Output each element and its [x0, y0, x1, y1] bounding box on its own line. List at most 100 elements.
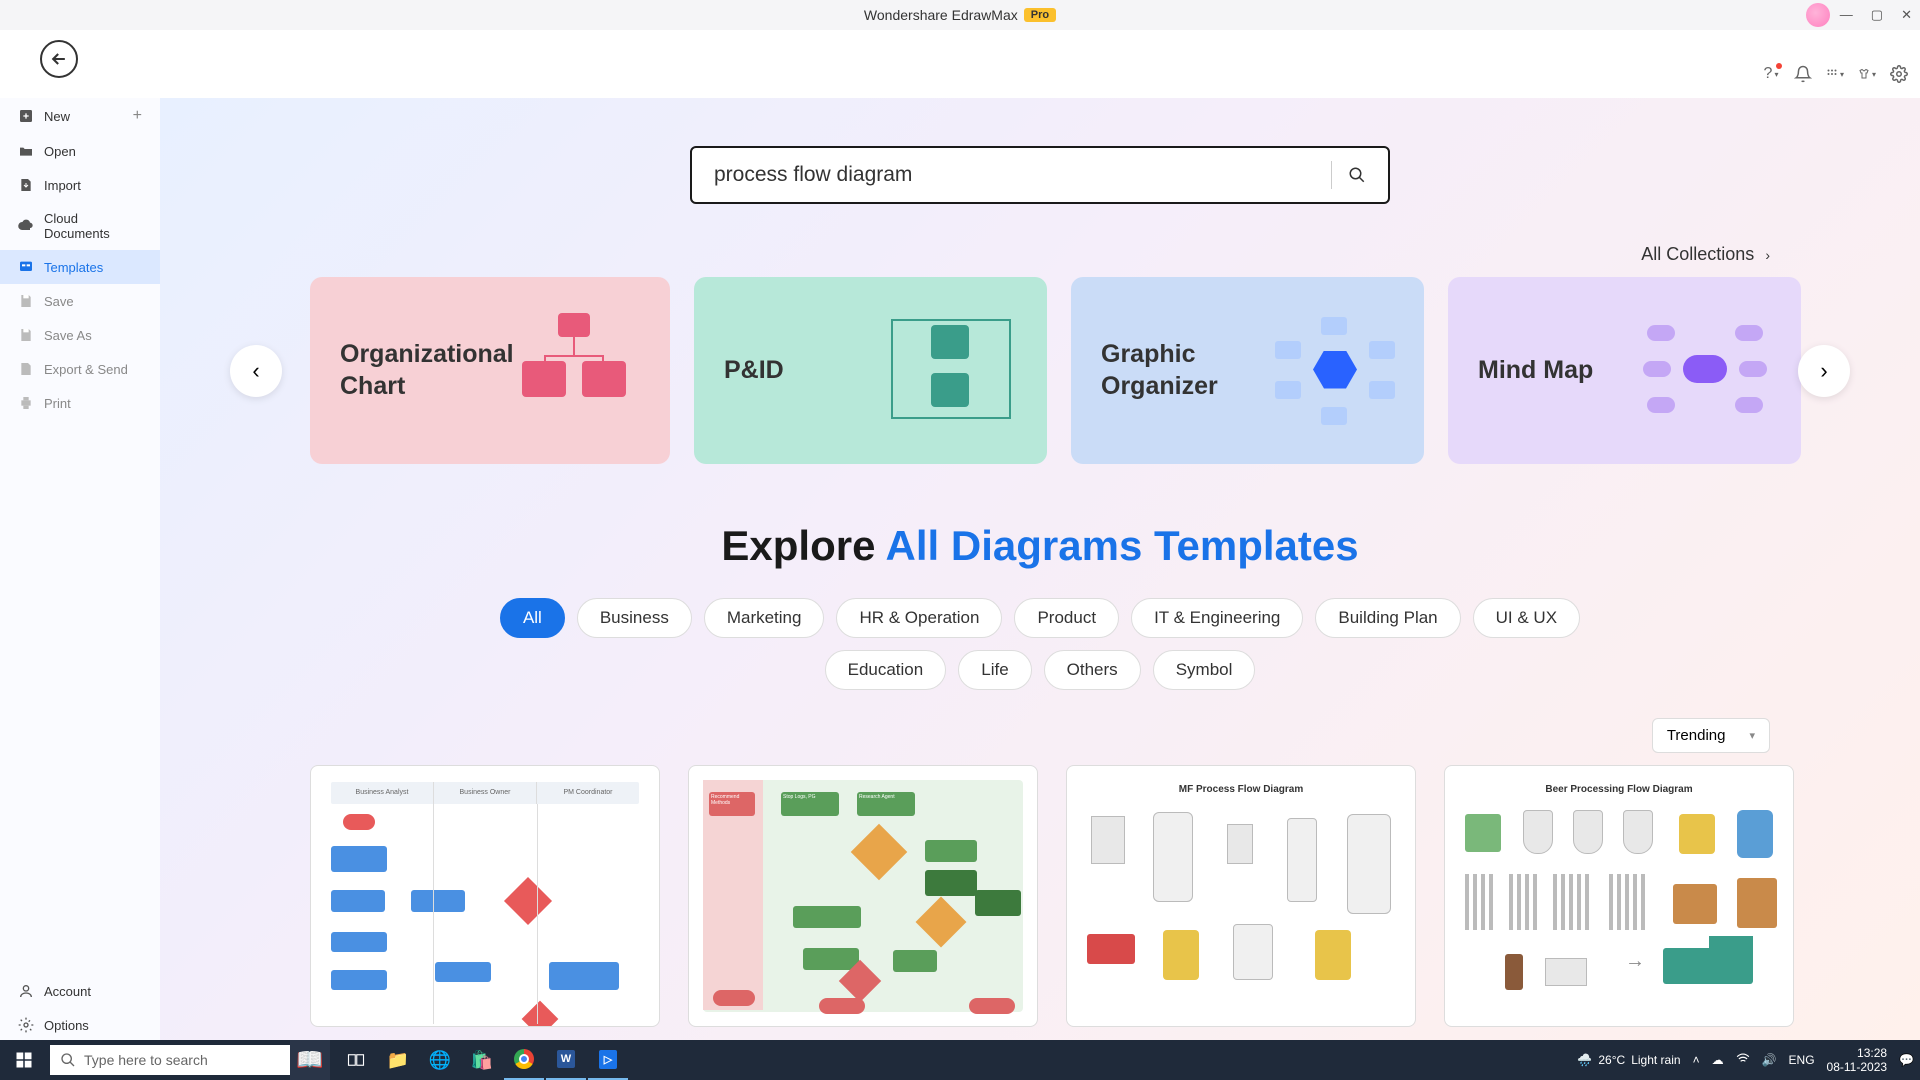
filter-tab-all[interactable]: All: [500, 598, 565, 638]
template-card[interactable]: MF Process Flow DiagramMF Process Flow D…: [1066, 765, 1416, 1052]
category-card-mind-map[interactable]: Mind Map: [1448, 277, 1801, 464]
sidebar-item-options[interactable]: Options: [0, 1008, 160, 1042]
taskbar-app-edge[interactable]: 🌐: [420, 1040, 460, 1080]
app-title: Wondershare EdrawMax: [864, 7, 1018, 23]
category-card-org-chart[interactable]: Organizational Chart: [310, 277, 670, 464]
template-thumbnail: Beer Processing Flow Diagram→: [1444, 765, 1794, 1027]
taskbar-search-placeholder: Type here to search: [84, 1052, 208, 1068]
back-button[interactable]: [40, 40, 78, 78]
sort-dropdown[interactable]: Trending ▾: [1652, 718, 1770, 753]
sidebar-item-label: New: [44, 109, 70, 124]
sidebar-item-label: Export & Send: [44, 362, 128, 377]
titlebar: Wondershare EdrawMax Pro — ▢ ✕: [0, 0, 1920, 30]
search-box[interactable]: [690, 146, 1390, 204]
main-area: All Collections › ‹ › Organizational Cha…: [160, 98, 1920, 1052]
help-icon[interactable]: ?▾: [1762, 65, 1780, 83]
sidebar-item-open[interactable]: Open: [0, 134, 160, 168]
maximize-button[interactable]: ▢: [1871, 7, 1883, 23]
template-card[interactable]: Recommend MethodsStop Logs, PGResearch A…: [688, 765, 1038, 1052]
sidebar-item-save[interactable]: Save: [0, 284, 160, 318]
sidebar-item-templates[interactable]: Templates: [0, 250, 160, 284]
shirt-icon[interactable]: ▾: [1858, 65, 1876, 83]
sidebar-item-label: Templates: [44, 260, 103, 275]
taskbar-app-chrome[interactable]: [504, 1040, 544, 1080]
mind-map-icon: [1641, 311, 1771, 431]
template-thumbnail: Business AnalystBusiness OwnerPM Coordin…: [310, 765, 660, 1027]
apps-icon[interactable]: ▾: [1826, 65, 1844, 83]
all-collections-label: All Collections: [1641, 244, 1754, 264]
sidebar: New + Open Import Cloud Documents Templa…: [0, 98, 160, 1052]
filter-tab-hr-operation[interactable]: HR & Operation: [836, 598, 1002, 638]
tray-wifi-icon[interactable]: [1736, 1052, 1750, 1069]
template-card[interactable]: Business AnalystBusiness OwnerPM Coordin…: [310, 765, 660, 1052]
search-divider: [1331, 161, 1332, 189]
sidebar-item-account[interactable]: Account: [0, 974, 160, 1008]
taskbar-app-news[interactable]: 📖: [290, 1040, 330, 1080]
carousel-next-button[interactable]: ›: [1798, 345, 1850, 397]
tray-onedrive-icon[interactable]: ☁: [1712, 1053, 1724, 1067]
filter-tab-others[interactable]: Others: [1044, 650, 1141, 690]
template-thumbnail: MF Process Flow Diagram: [1066, 765, 1416, 1027]
tray-volume-icon[interactable]: 🔊: [1762, 1053, 1777, 1067]
filter-tab-product[interactable]: Product: [1014, 598, 1119, 638]
sidebar-item-cloud[interactable]: Cloud Documents: [0, 202, 160, 250]
carousel-prev-button[interactable]: ‹: [230, 345, 282, 397]
chevron-down-icon: ▾: [1749, 729, 1755, 742]
search-input[interactable]: [714, 163, 1315, 187]
filter-tab-building-plan[interactable]: Building Plan: [1315, 598, 1460, 638]
category-title: Organizational Chart: [340, 339, 510, 402]
pro-badge: Pro: [1024, 8, 1056, 22]
sidebar-item-saveas[interactable]: Save As: [0, 318, 160, 352]
plus-icon[interactable]: +: [133, 107, 142, 125]
window-controls: — ▢ ✕: [1840, 7, 1912, 23]
settings-icon[interactable]: [1890, 65, 1908, 83]
taskbar-search[interactable]: Type here to search: [50, 1045, 290, 1075]
sidebar-item-print[interactable]: Print: [0, 386, 160, 420]
template-grid: Business AnalystBusiness OwnerPM Coordin…: [160, 765, 1920, 1052]
minimize-button[interactable]: —: [1840, 7, 1853, 23]
weather-widget[interactable]: 🌧️ 26°C Light rain: [1577, 1053, 1680, 1067]
category-card-pid[interactable]: P&ID: [694, 277, 1047, 464]
pid-icon: [887, 311, 1017, 431]
all-collections-link[interactable]: All Collections ›: [160, 204, 1920, 277]
tray-language[interactable]: ENG: [1789, 1053, 1815, 1067]
graphic-organizer-icon: [1271, 311, 1394, 431]
filter-tab-symbol[interactable]: Symbol: [1153, 650, 1256, 690]
sidebar-item-import[interactable]: Import: [0, 168, 160, 202]
template-card[interactable]: Beer Processing Flow Diagram→Beer Proces…: [1444, 765, 1794, 1052]
taskbar-app-explorer[interactable]: 📁: [378, 1040, 418, 1080]
category-title: Mind Map: [1478, 355, 1593, 386]
filter-tab-education[interactable]: Education: [825, 650, 947, 690]
taskbar-app-word[interactable]: W: [546, 1040, 586, 1080]
tray-chevron-icon[interactable]: ˄: [1693, 1053, 1700, 1067]
sidebar-item-label: Open: [44, 144, 76, 159]
taskbar-app-store[interactable]: 🛍️: [462, 1040, 502, 1080]
tray-clock[interactable]: 13:28 08-11-2023: [1827, 1046, 1888, 1075]
sidebar-item-new[interactable]: New +: [0, 98, 160, 134]
close-button[interactable]: ✕: [1901, 7, 1912, 23]
category-title: Graphic Organizer: [1101, 339, 1271, 402]
sort-selected: Trending: [1667, 727, 1726, 744]
search-icon[interactable]: [1348, 166, 1366, 184]
explore-heading: Explore All Diagrams Templates: [160, 522, 1920, 570]
filter-tab-ui-ux[interactable]: UI & UX: [1473, 598, 1580, 638]
filter-tab-marketing[interactable]: Marketing: [704, 598, 825, 638]
sidebar-item-label: Options: [44, 1018, 89, 1033]
filter-tab-life[interactable]: Life: [958, 650, 1031, 690]
taskbar-app-taskview[interactable]: [336, 1040, 376, 1080]
start-button[interactable]: [0, 1040, 48, 1080]
bell-icon[interactable]: [1794, 65, 1812, 83]
filter-tab-business[interactable]: Business: [577, 598, 692, 638]
taskbar-app-edrawmax[interactable]: ▷: [588, 1040, 628, 1080]
org-chart-icon: [510, 311, 640, 431]
sidebar-item-label: Print: [44, 396, 71, 411]
sidebar-item-export[interactable]: Export & Send: [0, 352, 160, 386]
filter-tabs: All Business Marketing HR & Operation Produc…: [160, 598, 1920, 690]
filter-tab-it-engineering[interactable]: IT & Engineering: [1131, 598, 1303, 638]
avatar[interactable]: [1806, 3, 1830, 27]
category-title: P&ID: [724, 355, 784, 386]
tray-notifications-icon[interactable]: 💬: [1899, 1053, 1914, 1067]
category-card-graphic-organizer[interactable]: Graphic Organizer: [1071, 277, 1424, 464]
sort-row: Trending ▾: [160, 690, 1920, 765]
system-tray: 🌧️ 26°C Light rain ˄ ☁ 🔊 ENG 13:28 08-11…: [1577, 1046, 1920, 1075]
